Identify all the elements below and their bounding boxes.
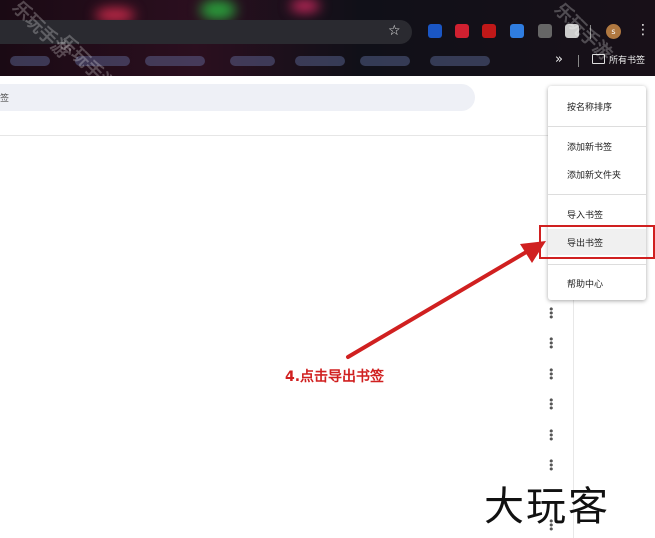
extension-icon-reader[interactable] <box>455 24 469 38</box>
menu-item-help-center[interactable]: 帮助中心 <box>567 277 603 290</box>
row-more-icon[interactable]: • • • <box>548 365 555 384</box>
all-bookmarks-link[interactable]: 所有书签 <box>609 53 645 66</box>
extension-icon-shield[interactable] <box>510 24 524 38</box>
menu-divider <box>548 264 646 265</box>
bookmark-search-input[interactable] <box>0 84 475 111</box>
background-glow <box>290 0 320 12</box>
header-divider <box>0 135 575 136</box>
bookmark-item[interactable] <box>295 56 345 66</box>
annotation-text: 4.点击导出书签 <box>285 369 385 385</box>
extension-icon-pen[interactable] <box>482 24 496 38</box>
row-more-icon[interactable]: • • • <box>548 304 555 323</box>
browser-toolbar: ☆ s ⋮ » 所有书签 乐玩手游 乐玩手游 乐玩手游 <box>0 0 655 76</box>
bookmark-separator <box>578 55 579 67</box>
organize-menu: 按名称排序 添加新书签 添加新文件夹 <box>548 86 646 300</box>
menu-item-import-bookmarks[interactable]: 导入书签 <box>567 208 603 221</box>
menu-item-sort-by-name[interactable]: 按名称排序 <box>567 100 612 113</box>
bookmark-item[interactable] <box>230 56 275 66</box>
bookmark-star-icon[interactable]: ☆ <box>388 23 401 39</box>
brand-logo: 大玩客 <box>484 484 610 530</box>
row-more-icon[interactable]: • • • <box>548 334 555 353</box>
row-more-icon[interactable]: • • • <box>548 426 555 445</box>
bookmark-item[interactable] <box>430 56 490 66</box>
browser-menu-icon[interactable]: ⋮ <box>636 22 650 38</box>
highlight-box <box>539 225 655 259</box>
extension-icon-box[interactable] <box>538 24 552 38</box>
menu-divider <box>548 194 646 195</box>
bookmark-item[interactable] <box>10 56 50 66</box>
menu-item-add-bookmark[interactable]: 添加新书签 <box>567 140 612 153</box>
bookmark-item[interactable] <box>360 56 410 66</box>
extension-icon-pe[interactable] <box>428 24 442 38</box>
bookmark-overflow-chevron[interactable]: » <box>555 52 563 67</box>
row-more-icon[interactable]: • • • <box>548 395 555 414</box>
row-more-icon[interactable]: • • • <box>548 456 555 475</box>
background-glow <box>200 0 236 20</box>
search-placeholder: 签 <box>0 94 10 104</box>
menu-divider <box>548 126 646 127</box>
menu-item-add-folder[interactable]: 添加新文件夹 <box>567 168 621 181</box>
bookmark-item[interactable] <box>145 56 205 66</box>
